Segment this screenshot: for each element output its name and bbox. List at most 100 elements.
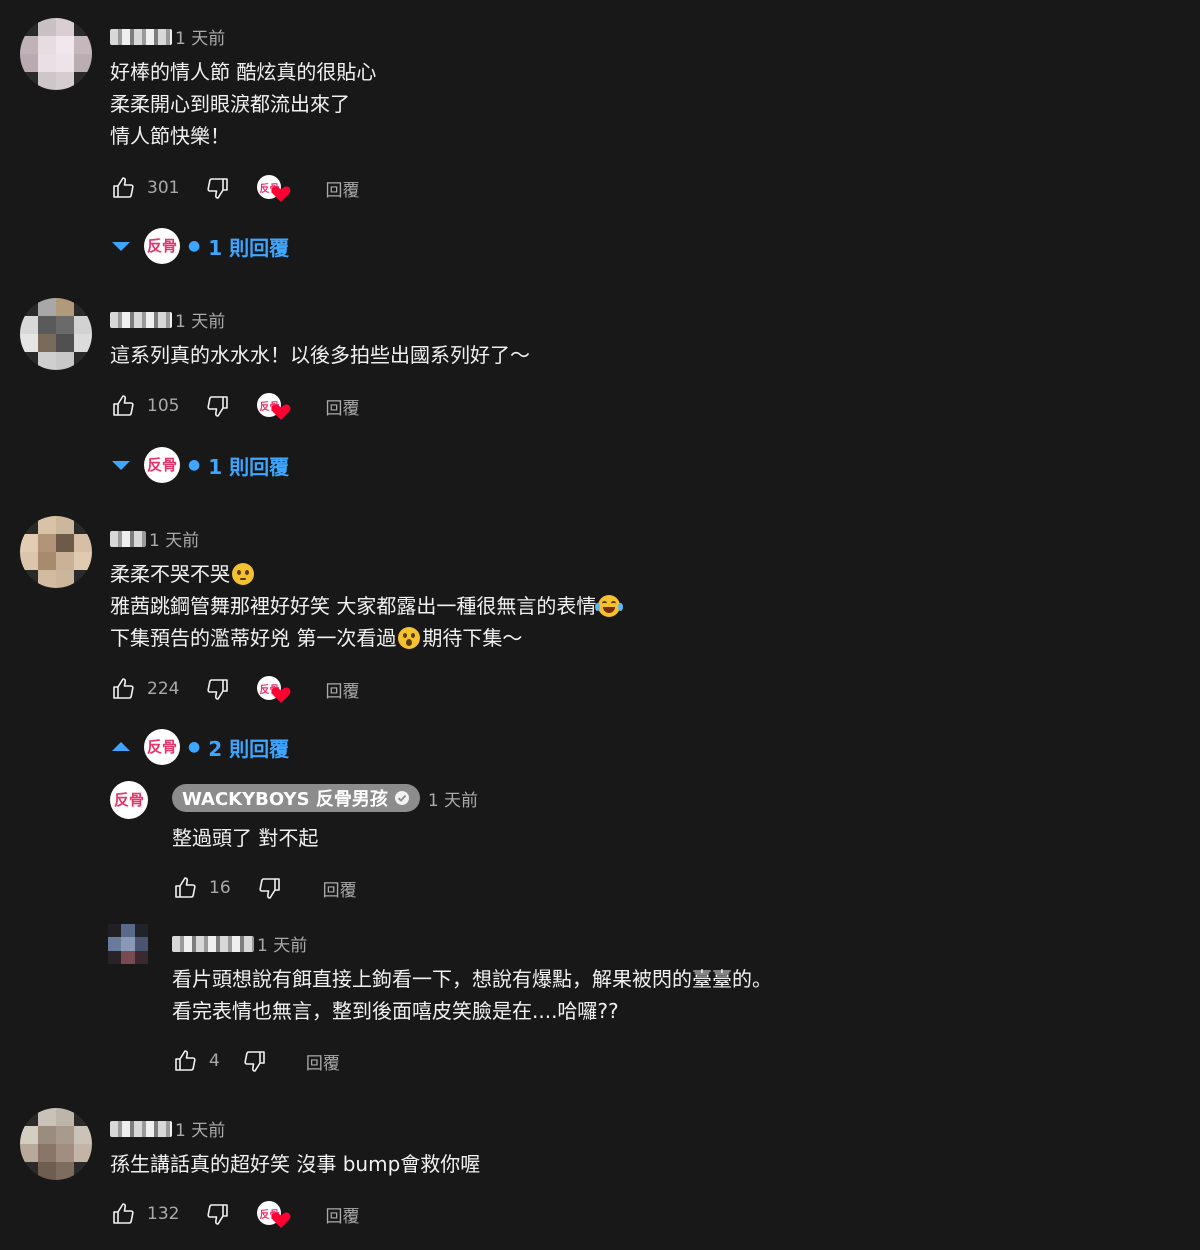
- dot-separator: ●: [188, 238, 201, 254]
- like-icon[interactable]: [110, 676, 136, 702]
- caret-down-icon: [110, 453, 132, 477]
- comment-text: 下集預告的濫蒂好兇 第一次看過: [110, 626, 397, 650]
- channel-logo-text: 反骨: [146, 236, 177, 255]
- comment-line: 雅茜跳鋼管舞那裡好好笑 大家都露出一種很無言的表情: [110, 590, 624, 622]
- comment-line: 這系列真的水水水！以後多拍些出國系列好了～: [110, 343, 530, 367]
- reply-button[interactable]: 回覆: [325, 394, 359, 419]
- creator-heart: 反骨: [257, 173, 293, 203]
- reply-button[interactable]: 回覆: [325, 677, 359, 702]
- reply-meta: 1 天前: [172, 931, 307, 956]
- dislike-icon[interactable]: [242, 1048, 268, 1074]
- verified-check-icon: [394, 790, 410, 806]
- comment-body: 這系列真的水水水！以後多拍些出國系列好了～: [110, 339, 530, 371]
- reply-button[interactable]: 回覆: [306, 1049, 340, 1074]
- heart-icon: [271, 403, 291, 426]
- commenter-avatar[interactable]: [20, 1108, 92, 1180]
- replies-count-link[interactable]: 1 則回覆: [208, 451, 289, 480]
- replies-count-link[interactable]: 2 則回覆: [208, 733, 289, 762]
- channel-logo-text: 反骨: [146, 455, 177, 474]
- like-icon[interactable]: [110, 1201, 136, 1227]
- comment-line: 柔柔開心到眼淚都流出來了: [110, 92, 350, 116]
- comment-actions: 224 反骨 回覆: [110, 673, 359, 705]
- reply-author-avatar[interactable]: 反骨: [110, 781, 148, 819]
- creator-heart: 反骨: [257, 1199, 293, 1229]
- channel-owner-badge[interactable]: WACKYBOYS 反骨男孩: [172, 784, 420, 812]
- like-count: 301: [147, 178, 180, 198]
- author-name-redacted[interactable]: [110, 28, 172, 45]
- like-count: 16: [209, 878, 231, 898]
- comment-body: 好棒的情人節 酷炫真的很貼心 柔柔開心到眼淚都流出來了 情人節快樂！: [110, 56, 376, 152]
- like-icon[interactable]: [172, 1048, 198, 1074]
- author-name-redacted[interactable]: [172, 935, 254, 952]
- comment-line: 下集預告的濫蒂好兇 第一次看過 期待下集～: [110, 622, 622, 654]
- reply-body: 看片頭想說有餌直接上鉤看一下，想說有爆點，解果被閃的臺臺的。 看完表情也無言，整…: [172, 963, 772, 1027]
- commenter-avatar[interactable]: [20, 516, 92, 588]
- dot-separator: ●: [188, 457, 201, 473]
- dislike-icon[interactable]: [205, 175, 231, 201]
- creator-heart: 反骨: [257, 391, 293, 421]
- creator-heart: 反骨: [257, 674, 293, 704]
- comment-time[interactable]: 1 天前: [175, 1116, 225, 1141]
- comment-body: 柔柔不哭不哭 雅茜跳鋼管舞那裡好好笑 大家都露出一種很無言的表情 下集預告的濫蒂…: [110, 558, 624, 654]
- comment-line: 好棒的情人節 酷炫真的很貼心: [110, 60, 377, 84]
- like-icon[interactable]: [110, 393, 136, 419]
- reply-line: 看完表情也無言，整到後面嘻皮笑臉是在....哈囉??: [172, 999, 619, 1023]
- pleading-face-emoji: [232, 563, 254, 585]
- comment-time[interactable]: 1 天前: [149, 526, 199, 551]
- reply-line: 整過頭了 對不起: [172, 826, 319, 850]
- comment-text: 雅茜跳鋼管舞那裡好好笑 大家都露出一種很無言的表情: [110, 594, 597, 618]
- comment-meta: 1 天前: [110, 1116, 225, 1141]
- comment-actions: 105 反骨 回覆: [110, 390, 359, 422]
- author-name-redacted[interactable]: [110, 1120, 172, 1137]
- comment-meta: 1 天前: [110, 307, 225, 332]
- dot-separator: ●: [188, 739, 201, 755]
- channel-reply-avatar: 反骨: [144, 447, 180, 483]
- comment-time[interactable]: 1 天前: [175, 24, 225, 49]
- comment-time[interactable]: 1 天前: [175, 307, 225, 332]
- dislike-icon[interactable]: [257, 875, 283, 901]
- comment-body: 孫生講話真的超好笑 沒事 bump會救你喔: [110, 1148, 480, 1180]
- dislike-icon[interactable]: [205, 1201, 231, 1227]
- reply-actions: 4 回覆: [172, 1045, 340, 1077]
- like-count: 224: [147, 679, 180, 699]
- hide-replies-toggle[interactable]: 反骨 ● 2 則回覆: [110, 727, 289, 767]
- comment-meta: 1 天前: [110, 526, 199, 551]
- comment-line: 柔柔不哭不哭: [110, 558, 622, 590]
- channel-logo-text: 反骨: [146, 737, 177, 756]
- reply-time[interactable]: 1 天前: [257, 931, 307, 956]
- comment-line: 情人節快樂！: [110, 124, 230, 148]
- like-count: 4: [209, 1051, 220, 1071]
- reply-time[interactable]: 1 天前: [428, 786, 478, 811]
- like-icon[interactable]: [172, 875, 198, 901]
- author-name-redacted[interactable]: [110, 530, 146, 547]
- caret-down-icon: [110, 234, 132, 258]
- heart-icon: [271, 1211, 291, 1234]
- commenter-avatar[interactable]: [20, 298, 92, 370]
- view-replies-toggle[interactable]: 反骨 ● 1 則回覆: [110, 226, 289, 266]
- channel-logo-text: 反骨: [113, 790, 144, 809]
- like-count: 105: [147, 396, 180, 416]
- reply-body: 整過頭了 對不起: [172, 822, 318, 854]
- comment-text: 柔柔不哭不哭: [110, 562, 230, 586]
- view-replies-toggle[interactable]: 反骨 ● 1 則回覆: [110, 445, 289, 485]
- comment-actions: 132 反骨 回覆: [110, 1198, 359, 1230]
- dislike-icon[interactable]: [205, 676, 231, 702]
- replies-count-link[interactable]: 1 則回覆: [208, 232, 289, 261]
- reply-author-name: WACKYBOYS 反骨男孩: [182, 789, 388, 810]
- reply-button[interactable]: 回覆: [325, 1202, 359, 1227]
- reply-button[interactable]: 回覆: [325, 176, 359, 201]
- like-icon[interactable]: [110, 175, 136, 201]
- surprised-face-emoji: [398, 627, 421, 649]
- comment-line: 孫生講話真的超好笑 沒事 bump會救你喔: [110, 1152, 481, 1176]
- heart-icon: [271, 686, 291, 709]
- author-name-redacted[interactable]: [110, 311, 172, 328]
- channel-reply-avatar: 反骨: [144, 228, 180, 264]
- tears-of-joy-emoji: [595, 595, 624, 617]
- dislike-icon[interactable]: [205, 393, 231, 419]
- heart-icon: [271, 185, 291, 208]
- reply-author-avatar[interactable]: [108, 924, 148, 964]
- reply-button[interactable]: 回覆: [323, 876, 357, 901]
- reply-line: 看片頭想說有餌直接上鉤看一下，想說有爆點，解果被閃的臺臺的。: [172, 967, 772, 991]
- commenter-avatar[interactable]: [20, 18, 92, 90]
- comment-actions: 301 反骨 回覆: [110, 172, 359, 204]
